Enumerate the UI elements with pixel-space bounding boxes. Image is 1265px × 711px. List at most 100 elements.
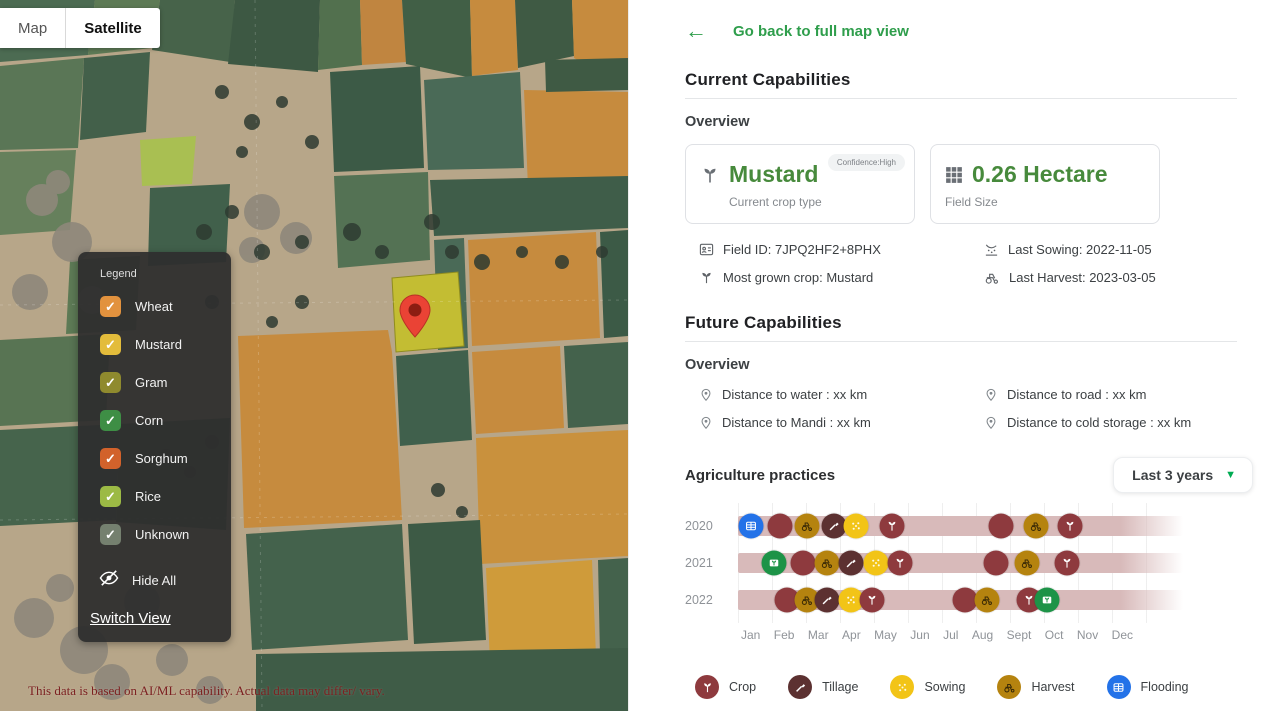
field-intelligence-app: Map Satellite Legend ✓Wheat✓Mustard✓Gram… xyxy=(0,0,1265,711)
eye-off-icon xyxy=(98,569,120,592)
practice-legend-label: Tillage xyxy=(822,680,858,694)
harvest-event-marker[interactable] xyxy=(1015,550,1040,575)
field-location-pin[interactable] xyxy=(398,294,432,343)
future-capabilities-title: Future Capabilities xyxy=(685,313,1237,333)
crop-event-marker[interactable] xyxy=(879,513,904,538)
month-label: Mar xyxy=(808,628,829,642)
distance-row: Distance to road : xx km xyxy=(984,387,1237,402)
year-label: 2021 xyxy=(685,556,725,570)
distance-row: Distance to cold storage : xx km xyxy=(984,415,1237,430)
stage-event-marker[interactable] xyxy=(768,513,793,538)
pin-icon xyxy=(699,415,713,430)
month-label: Feb xyxy=(774,628,795,642)
detail-text: Most grown crop: Mustard xyxy=(723,270,873,285)
distance-row: Distance to Mandi : xx km xyxy=(699,415,984,430)
flooding-event-marker[interactable] xyxy=(739,513,764,538)
crop-icon xyxy=(695,675,719,699)
tillage-event-marker[interactable] xyxy=(821,513,846,538)
harvest-event-marker[interactable] xyxy=(975,587,1000,612)
satellite-map[interactable]: Map Satellite Legend ✓Wheat✓Mustard✓Gram… xyxy=(0,0,628,711)
stage-event-marker[interactable] xyxy=(988,513,1013,538)
grid-icon xyxy=(945,166,963,184)
legend-item-wheat: ✓ Wheat xyxy=(100,296,221,317)
legend-item-gram: ✓Gram xyxy=(100,372,221,393)
crop-event-marker[interactable] xyxy=(859,587,884,612)
pin-icon xyxy=(984,387,998,402)
practice-legend-label: Flooding xyxy=(1141,680,1189,694)
harvest-event-marker[interactable] xyxy=(794,513,819,538)
unknown-checkbox[interactable]: ✓ xyxy=(100,524,121,545)
timeline-row-2022: 2022 xyxy=(685,581,1237,618)
year-range-value: Last 3 years xyxy=(1132,467,1213,483)
pin-icon xyxy=(984,415,998,430)
other-event-marker[interactable] xyxy=(761,550,786,575)
month-label: Dec xyxy=(1112,628,1133,642)
month-label: Jun xyxy=(910,628,929,642)
switch-view-link[interactable]: Switch View xyxy=(90,610,171,627)
field-size-card: 0.26 Hectare Field Size xyxy=(930,144,1160,224)
tillage-event-marker[interactable] xyxy=(839,550,864,575)
current-capabilities-title: Current Capabilities xyxy=(685,70,1237,90)
detail-row: Most grown crop: Mustard xyxy=(699,270,984,285)
map-type-control: Map Satellite xyxy=(0,8,160,48)
size-card-caption: Field Size xyxy=(945,195,1147,209)
practice-legend-label: Harvest xyxy=(1031,680,1074,694)
practices-timeline: 2020 2021 2022 xyxy=(685,507,1237,618)
practices-legend: CropTillageSowingHarvestFlooding xyxy=(695,675,1237,699)
gram-checkbox[interactable]: ✓ xyxy=(100,372,121,393)
timeline-row-2020: 2020 xyxy=(685,507,1237,544)
section-divider xyxy=(685,98,1237,99)
practice-legend-flooding: Flooding xyxy=(1107,675,1189,699)
legend-item-label: Wheat xyxy=(135,299,173,314)
overview-cards: Confidence:High Mustard Current crop typ… xyxy=(685,144,1237,224)
crop-event-marker[interactable] xyxy=(1057,513,1082,538)
stage-event-marker[interactable] xyxy=(952,587,977,612)
sowing-event-marker[interactable] xyxy=(843,513,868,538)
season-bar xyxy=(738,553,1183,573)
rice-checkbox[interactable]: ✓ xyxy=(100,486,121,507)
back-to-map-link[interactable]: Go back to full map view xyxy=(733,23,909,40)
back-arrow-icon[interactable]: ← xyxy=(685,20,707,42)
wheat-checkbox[interactable]: ✓ xyxy=(100,296,121,317)
sorghum-checkbox[interactable]: ✓ xyxy=(100,448,121,469)
corn-checkbox[interactable]: ✓ xyxy=(100,410,121,431)
month-label: Nov xyxy=(1077,628,1098,642)
satellite-view-button[interactable]: Satellite xyxy=(66,8,160,48)
hide-all-button[interactable]: Hide All xyxy=(98,569,221,592)
sowing-icon xyxy=(984,242,999,257)
future-overview-label: Overview xyxy=(685,357,1237,373)
stage-event-marker[interactable] xyxy=(790,550,815,575)
legend-item-sorghum: ✓Sorghum xyxy=(100,448,221,469)
month-label: Aug xyxy=(972,628,993,642)
stage-event-marker[interactable] xyxy=(984,550,1009,575)
legend-item-label: Mustard xyxy=(135,337,182,352)
mustard-checkbox[interactable]: ✓ xyxy=(100,334,121,355)
hide-all-label: Hide All xyxy=(132,573,176,588)
practice-legend-label: Crop xyxy=(729,680,756,694)
field-size-value: 0.26 Hectare xyxy=(972,161,1108,188)
crop-legend-panel: Legend ✓Wheat✓Mustard✓Gram✓Corn✓Sorghum✓… xyxy=(78,252,231,642)
flooding-icon xyxy=(1107,675,1131,699)
map-legend-items: ✓Wheat✓Mustard✓Gram✓Corn✓Sorghum✓Rice✓Un… xyxy=(90,296,221,545)
legend-item-corn: ✓Corn xyxy=(100,410,221,431)
confidence-badge: Confidence:High xyxy=(828,154,905,171)
distance-text: Distance to water : xx km xyxy=(722,387,867,402)
season-bar xyxy=(738,590,1183,610)
distance-text: Distance to road : xx km xyxy=(1007,387,1146,402)
harvest-event-marker[interactable] xyxy=(1024,513,1049,538)
sowing-event-marker[interactable] xyxy=(863,550,888,575)
back-navigation: ← Go back to full map view xyxy=(685,20,1237,42)
practice-legend-crop: Crop xyxy=(695,675,756,699)
harvest-event-marker[interactable] xyxy=(815,550,840,575)
detail-row: Last Sowing: 2022-11-05 xyxy=(984,242,1237,257)
ai-disclaimer-text: This data is based on AI/ML capability. … xyxy=(28,683,385,699)
sowing-icon xyxy=(890,675,914,699)
year-range-dropdown[interactable]: Last 3 years ▼ xyxy=(1113,457,1253,493)
crop-event-marker[interactable] xyxy=(888,550,913,575)
legend-item-rice: ✓Rice xyxy=(100,486,221,507)
other-event-marker[interactable] xyxy=(1035,587,1060,612)
distance-details: Distance to water : xx km Distance to roa… xyxy=(699,387,1237,430)
map-view-button[interactable]: Map xyxy=(0,8,65,48)
tillage-event-marker[interactable] xyxy=(815,587,840,612)
crop-event-marker[interactable] xyxy=(1055,550,1080,575)
